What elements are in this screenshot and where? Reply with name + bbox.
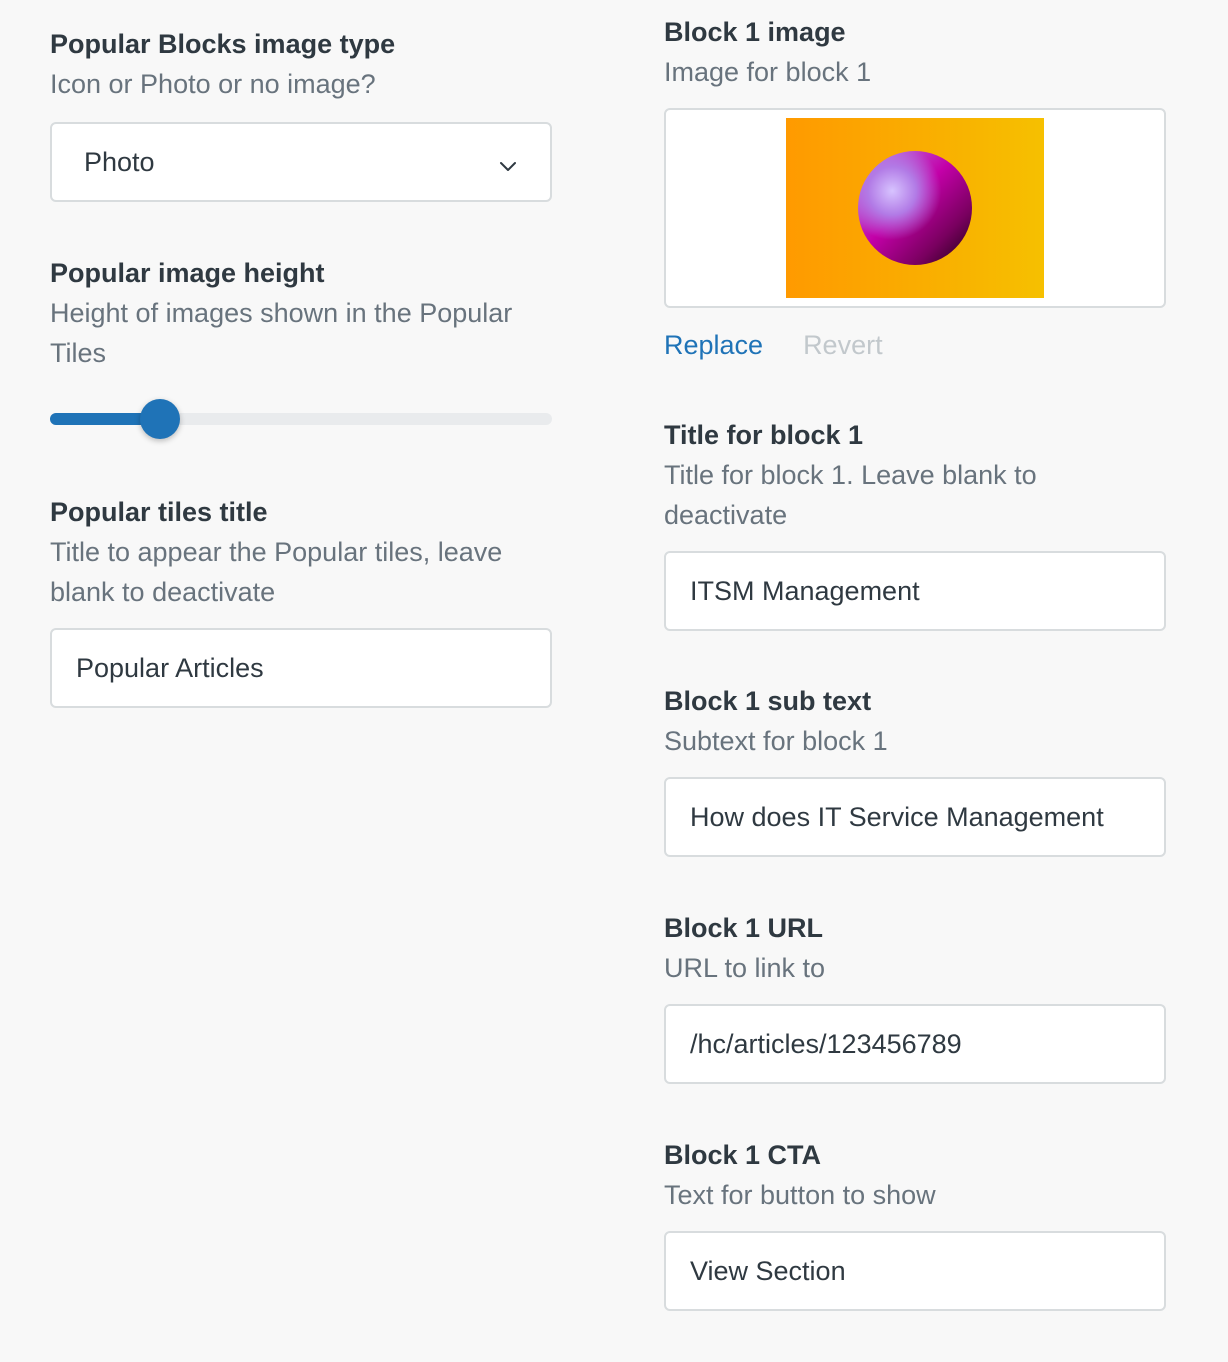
block-title-value: ITSM Management [690,575,920,606]
tiles-title-value: Popular Articles [76,652,264,683]
image-actions: Replace Revert [664,330,1166,361]
image-height-slider[interactable] [50,399,552,439]
block-title-label: Title for block 1 [664,420,864,450]
sphere-graphic [858,151,972,265]
image-type-label: Popular Blocks image type [50,29,396,59]
block-image-hint: Image for block 1 [664,57,872,87]
image-type-select[interactable]: Photo [50,122,552,202]
revert-button[interactable]: Revert [803,330,883,361]
block-subtext-input[interactable]: How does IT Service Management [664,777,1166,857]
block-subtext-field: Block 1 sub text Subtext for block 1 How… [664,685,1166,857]
block-image-label: Block 1 image [664,17,846,47]
block-subtext-label: Block 1 sub text [664,686,872,716]
block-title-input[interactable]: ITSM Management [664,551,1166,631]
image-height-label: Popular image height [50,258,325,288]
block-url-field: Block 1 URL URL to link to /hc/articles/… [664,912,1166,1084]
block-url-label: Block 1 URL [664,913,824,943]
block-url-hint: URL to link to [664,953,826,983]
block-url-input[interactable]: /hc/articles/123456789 [664,1004,1166,1084]
block-cta-input[interactable]: View Section [664,1231,1166,1311]
tiles-title-field: Popular tiles title Title to appear the … [50,496,552,708]
block-url-value: /hc/articles/123456789 [690,1028,962,1059]
tiles-title-input[interactable]: Popular Articles [50,628,552,708]
settings-page: Popular Blocks image type Icon or Photo … [0,0,1228,1362]
block-cta-label: Block 1 CTA [664,1140,822,1170]
block-subtext-value: How does IT Service Management [690,801,1104,832]
slider-thumb[interactable] [140,399,181,439]
block-image-preview [786,118,1044,298]
block-cta-hint: Text for button to show [664,1180,936,1210]
block-image-box[interactable] [664,108,1166,308]
block-title-hint: Title for block 1. Leave blank to deacti… [664,460,1037,530]
tiles-title-hint: Title to appear the Popular tiles, leave… [50,537,503,607]
image-type-field: Popular Blocks image type Icon or Photo … [50,28,552,202]
tiles-title-label: Popular tiles title [50,497,268,527]
image-type-hint: Icon or Photo or no image? [50,69,376,99]
block-cta-field: Block 1 CTA Text for button to show View… [664,1139,1166,1311]
replace-button[interactable]: Replace [664,330,763,361]
chevron-down-icon [498,152,518,172]
image-height-field: Popular image height Height of images sh… [50,257,552,439]
image-height-hint: Height of images shown in the Popular Ti… [50,298,513,368]
block-title-field: Title for block 1 Title for block 1. Lea… [664,419,1166,631]
image-type-selected-value: Photo [84,146,155,177]
block-image-field: Block 1 image Image for block 1 Replace … [664,16,1166,361]
block-cta-value: View Section [690,1255,846,1286]
block-subtext-hint: Subtext for block 1 [664,726,888,756]
